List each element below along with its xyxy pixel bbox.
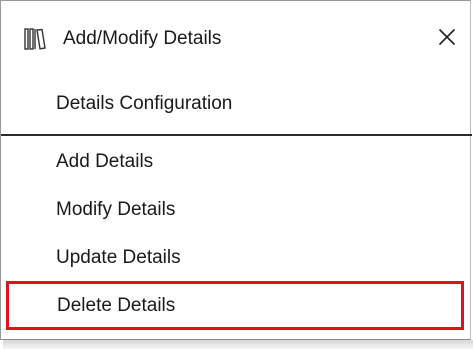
window-title: Add/Modify Details xyxy=(63,28,222,49)
section-divider xyxy=(1,134,472,136)
title-bar: Add/Modify Details xyxy=(1,1,470,75)
menu-item-update-details[interactable]: Update Details xyxy=(1,234,470,282)
close-icon xyxy=(438,28,456,51)
add-modify-details-window: Add/Modify Details Details Configuration… xyxy=(0,0,472,340)
menu-item-modify-details[interactable]: Modify Details xyxy=(1,186,470,234)
close-button[interactable] xyxy=(429,21,465,57)
menu-item-delete-details[interactable]: Delete Details xyxy=(6,281,464,330)
window-shadow xyxy=(3,340,473,349)
section-header-details-configuration: Details Configuration xyxy=(56,93,233,114)
menu-item-add-details[interactable]: Add Details xyxy=(1,138,470,186)
library-books-icon xyxy=(23,27,47,51)
